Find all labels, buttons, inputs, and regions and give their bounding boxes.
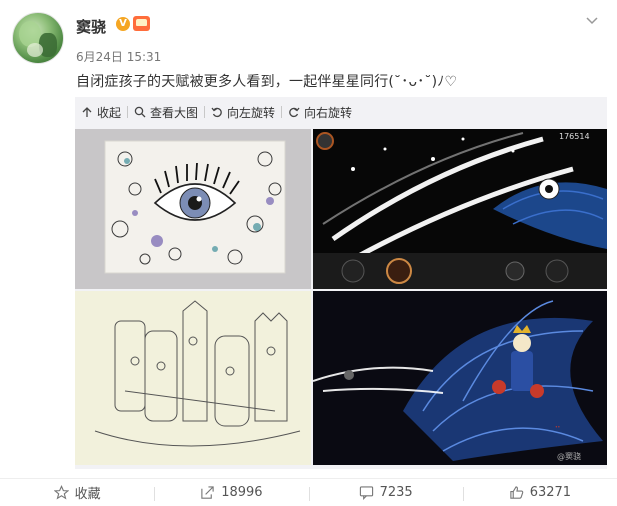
toolbar-divider: [127, 106, 129, 118]
avatar[interactable]: [12, 12, 64, 64]
rotate-right-label: 向右旋转: [304, 105, 353, 120]
toolbar-divider: [281, 106, 283, 118]
game-scene-bottom-art: ᠃ @窦骁: [313, 291, 607, 465]
crown-badge-icon[interactable]: [133, 16, 150, 31]
favorite-label: 收藏: [74, 487, 101, 502]
like-button[interactable]: 63271: [462, 479, 617, 506]
username[interactable]: 窦骁: [76, 16, 106, 37]
rotate-left-icon: [211, 107, 222, 118]
sketch-figures-art: [75, 291, 311, 465]
image-grid: 176514 ᠃ @窦骁: [75, 129, 607, 465]
repost-count: 18996: [221, 485, 263, 500]
chevron-down-icon[interactable]: [585, 14, 599, 28]
media-panel: 收起 查看大图 向左旋转 向右旋转 176514 ᠃ @窦骁: [75, 97, 607, 469]
rotate-right-icon: [289, 107, 300, 118]
action-bar: 收藏 18996 7235 63271: [0, 478, 617, 506]
collapse-button[interactable]: 收起: [81, 97, 121, 127]
rotate-left-label: 向左旋转: [227, 105, 276, 120]
toolbar-divider: [204, 106, 206, 118]
favorite-button[interactable]: 收藏: [0, 479, 154, 506]
view-large-label: 查看大图: [150, 105, 199, 120]
search-icon: [134, 106, 146, 118]
post-header: 窦骁 V 6月24日 15:31 自闭症孩子的天赋被更多人看到，一起伴星星同行(…: [0, 0, 617, 100]
post-text: 自闭症孩子的天赋被更多人看到，一起伴星星同行(˘･ᴗ･˘)ﾉ♡: [76, 74, 458, 90]
comment-count: 7235: [379, 485, 413, 500]
game-scene-top-art: 176514: [313, 129, 607, 289]
post-timestamp[interactable]: 6月24日 15:31: [76, 48, 161, 65]
watermark: @窦骁: [557, 451, 581, 461]
svg-text:᠃: ᠃: [553, 423, 560, 434]
share-icon: [201, 486, 214, 499]
like-count: 63271: [529, 485, 572, 500]
image-drawing-eye[interactable]: [75, 129, 311, 289]
comment-icon: [359, 486, 373, 500]
collapse-label: 收起: [97, 105, 122, 120]
star-icon: [53, 485, 69, 500]
rotate-right-button[interactable]: 向右旋转: [288, 97, 352, 127]
comment-button[interactable]: 7235: [308, 479, 463, 506]
image-game-bottom[interactable]: ᠃ @窦骁: [313, 291, 607, 465]
verified-badge-icon: V: [116, 17, 130, 31]
arrow-up-icon: [82, 107, 92, 117]
image-sketch[interactable]: [75, 291, 311, 465]
repost-button[interactable]: 18996: [154, 479, 308, 506]
image-game-top[interactable]: 176514: [313, 129, 607, 289]
view-large-button[interactable]: 查看大图: [134, 97, 198, 127]
game-score: 176514: [559, 132, 590, 141]
thumbs-up-icon: [510, 486, 523, 499]
drawing-eye-art: [104, 140, 286, 274]
rotate-left-button[interactable]: 向左旋转: [211, 97, 275, 127]
media-toolbar: 收起 查看大图 向左旋转 向右旋转: [75, 97, 607, 127]
